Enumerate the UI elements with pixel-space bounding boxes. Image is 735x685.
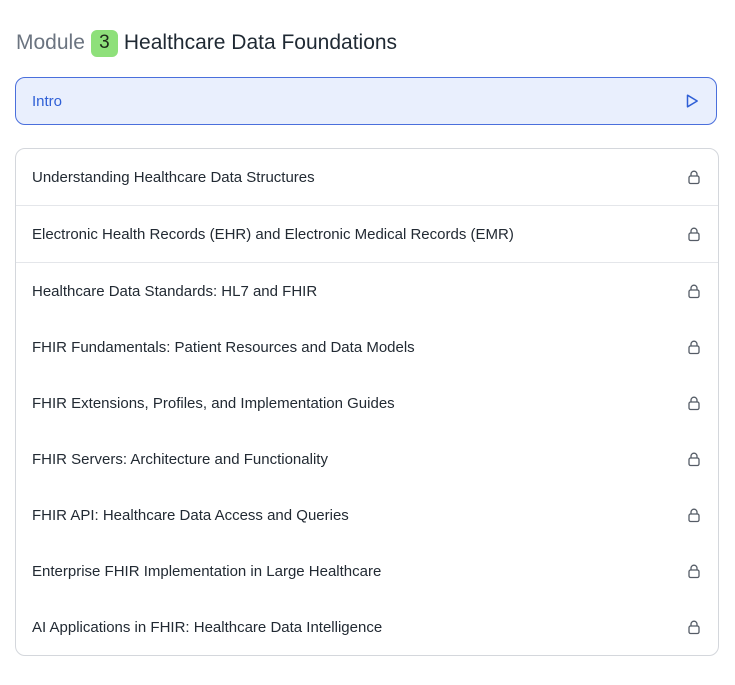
- module-title: Healthcare Data Foundations: [123, 31, 398, 54]
- module-label: Module: [16, 31, 85, 54]
- lock-icon: [686, 283, 702, 299]
- lesson-item[interactable]: FHIR Fundamentals: Patient Resources and…: [16, 319, 718, 375]
- lesson-item[interactable]: FHIR API: Healthcare Data Access and Que…: [16, 487, 718, 543]
- lesson-title: FHIR Extensions, Profiles, and Implement…: [32, 394, 395, 412]
- lock-icon: [686, 507, 702, 523]
- lesson-list: Understanding Healthcare Data Structures…: [15, 148, 719, 656]
- module-header: Module 3 Healthcare Data Foundations: [16, 28, 397, 58]
- play-icon: [684, 93, 700, 109]
- lesson-title: Electronic Health Records (EHR) and Elec…: [32, 225, 514, 243]
- lesson-item[interactable]: Electronic Health Records (EHR) and Elec…: [16, 206, 718, 263]
- lesson-item[interactable]: Healthcare Data Standards: HL7 and FHIR: [16, 263, 718, 319]
- lock-icon: [686, 339, 702, 355]
- lesson-title: FHIR API: Healthcare Data Access and Que…: [32, 506, 349, 524]
- lesson-title: Understanding Healthcare Data Structures: [32, 168, 315, 186]
- intro-lesson-item[interactable]: Intro: [15, 77, 717, 125]
- lesson-item[interactable]: Enterprise FHIR Implementation in Large …: [16, 543, 718, 599]
- lesson-title: AI Applications in FHIR: Healthcare Data…: [32, 618, 383, 636]
- module-number-badge: 3: [90, 29, 118, 57]
- intro-label: Intro: [32, 92, 63, 110]
- lock-icon: [686, 226, 702, 242]
- lesson-title: Healthcare Data Standards: HL7 and FHIR: [32, 282, 318, 300]
- lesson-title: FHIR Fundamentals: Patient Resources and…: [32, 338, 415, 356]
- lock-icon: [686, 395, 702, 411]
- lesson-title: Enterprise FHIR Implementation in Large …: [32, 562, 382, 580]
- lock-icon: [686, 451, 702, 467]
- lock-icon: [686, 563, 702, 579]
- lesson-item[interactable]: AI Applications in FHIR: Healthcare Data…: [16, 599, 718, 655]
- lesson-item[interactable]: Understanding Healthcare Data Structures: [16, 149, 718, 206]
- lesson-title: FHIR Servers: Architecture and Functiona…: [32, 450, 328, 468]
- lock-icon: [686, 619, 702, 635]
- lesson-item[interactable]: FHIR Extensions, Profiles, and Implement…: [16, 375, 718, 431]
- lock-icon: [686, 169, 702, 185]
- lesson-item[interactable]: FHIR Servers: Architecture and Functiona…: [16, 431, 718, 487]
